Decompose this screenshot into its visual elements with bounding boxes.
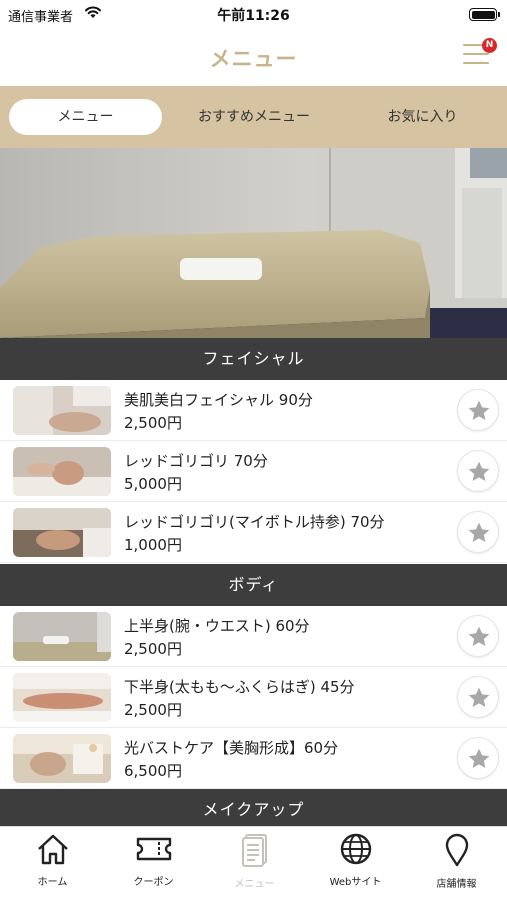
favorite-button[interactable] [457, 511, 499, 553]
page-title: メニュー [209, 47, 298, 71]
menu-item-price: 2,500円 [124, 414, 182, 432]
menu-item-row[interactable]: 下半身(太もも～ふくらはぎ) 45分 2,500円 [0, 667, 507, 728]
menu-item-price: 1,000円 [124, 536, 182, 554]
tab-home[interactable]: ホーム [2, 833, 103, 888]
menu-item-row[interactable]: 美肌美白フェイシャル 90分 2,500円 [0, 380, 507, 441]
menu-item-row[interactable]: 上半身(腕・ウエスト) 60分 2,500円 [0, 606, 507, 667]
star-icon [468, 748, 490, 768]
hamburger-line [463, 62, 489, 64]
menu-item-price: 5,000円 [124, 475, 182, 493]
menu-item-name: 光バストケア【美胸形成】60分 [124, 739, 339, 757]
bottom-tab-bar: ホーム クーポン メニュー Webサイト 店舗情報 [0, 826, 507, 900]
tab-label: メニュー [234, 879, 275, 890]
menu-item-name: レッドゴリゴリ 70分 [124, 452, 268, 470]
menu-item-name: 上半身(腕・ウエスト) 60分 [124, 617, 310, 635]
map-pin-icon [445, 833, 468, 867]
menu-item-price: 2,500円 [124, 701, 182, 719]
menu-item-thumbnail [13, 386, 111, 435]
favorite-button[interactable] [457, 737, 499, 779]
battery-icon [469, 8, 500, 21]
status-time: 午前11:26 [217, 8, 290, 24]
tab-label: ホーム [37, 877, 68, 888]
menu-book-icon [241, 834, 267, 867]
menu-item-price: 6,500円 [124, 762, 182, 780]
star-icon [468, 522, 490, 542]
menu-item-name: 美肌美白フェイシャル 90分 [124, 391, 313, 409]
favorite-button[interactable] [457, 676, 499, 718]
favorite-button[interactable] [457, 615, 499, 657]
menu-item-thumbnail [13, 673, 111, 722]
tab-favorites[interactable]: お気に入り [346, 99, 499, 135]
home-icon [37, 834, 68, 865]
section-header-makeup: メイクアップ [0, 789, 507, 831]
hamburger-line [463, 53, 489, 55]
tab-recommended-menu[interactable]: おすすめメニュー [176, 99, 332, 135]
section-header-facial: フェイシャル [0, 338, 507, 380]
star-icon [468, 400, 490, 420]
tab-label: 店舗情報 [436, 879, 477, 890]
menu-item-thumbnail [13, 734, 111, 783]
star-icon [468, 626, 490, 646]
menu-item-row[interactable]: レッドゴリゴリ 70分 5,000円 [0, 441, 507, 502]
coupon-icon [136, 837, 171, 861]
menu-item-thumbnail [13, 508, 111, 557]
star-icon [468, 687, 490, 707]
star-icon [468, 461, 490, 481]
menu-tabs: メニュー おすすめメニュー お気に入り [0, 86, 507, 148]
notification-badge: N [482, 38, 497, 53]
tab-label: クーポン [133, 877, 174, 888]
salon-hero-image [0, 148, 507, 338]
section-header-body: ボディ [0, 564, 507, 606]
hamburger-menu-button[interactable]: N [463, 38, 497, 66]
favorite-button[interactable] [457, 389, 499, 431]
menu-item-row[interactable]: レッドゴリゴリ(マイボトル持参) 70分 1,000円 [0, 502, 507, 563]
menu-item-name: レッドゴリゴリ(マイボトル持参) 70分 [124, 513, 385, 531]
menu-item-price: 2,500円 [124, 640, 182, 658]
status-bar: 通信事業者 午前11:26 [0, 0, 507, 30]
tab-menu[interactable]: メニュー [9, 99, 162, 135]
menu-item-name: 下半身(太もも～ふくらはぎ) 45分 [124, 678, 355, 696]
menu-item-thumbnail [13, 447, 111, 496]
tab-menu-bottom[interactable]: メニュー [204, 833, 305, 890]
menu-item-row[interactable]: 光バストケア【美胸形成】60分 6,500円 [0, 728, 507, 789]
tab-label: Webサイト [329, 877, 382, 888]
menu-item-thumbnail [13, 612, 111, 661]
favorite-button[interactable] [457, 450, 499, 492]
tab-website[interactable]: Webサイト [305, 833, 406, 888]
globe-icon [340, 833, 371, 865]
nav-bar: メニュー N [0, 30, 507, 86]
tab-store-info[interactable]: 店舗情報 [406, 833, 507, 890]
tab-coupon[interactable]: クーポン [103, 833, 204, 888]
